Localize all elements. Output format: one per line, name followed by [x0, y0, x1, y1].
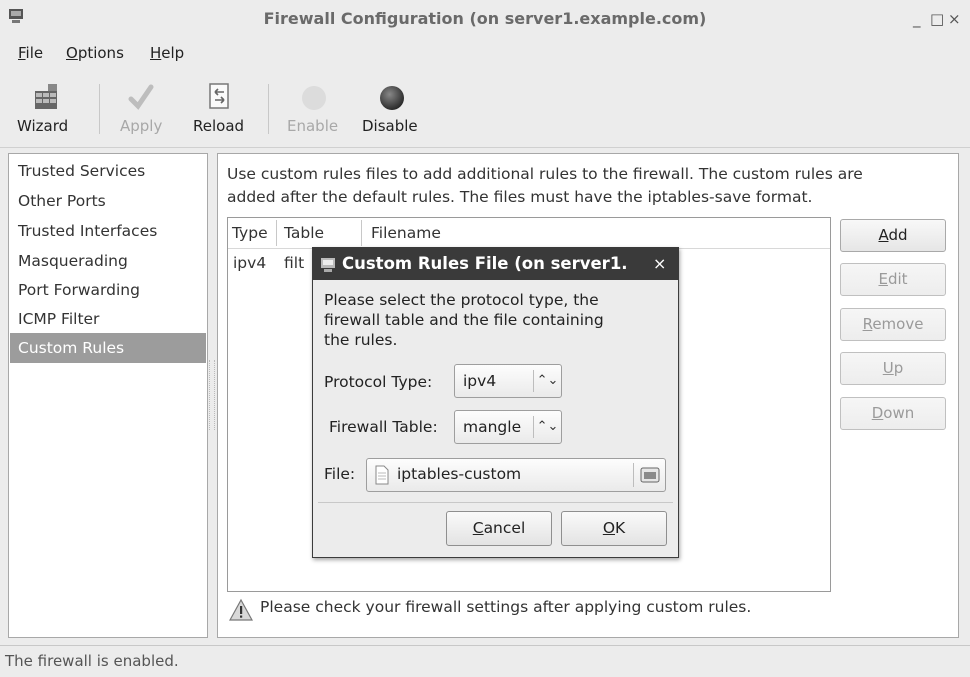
row-type-cell[interactable]: ipv4 — [233, 254, 266, 272]
reload-icon — [209, 83, 229, 109]
column-header-filename[interactable]: Filename — [371, 218, 441, 248]
sidebar: Trusted Services Other Ports Trusted Int… — [8, 153, 208, 638]
sidebar-item-other-ports[interactable]: Other Ports — [10, 186, 206, 216]
down-mnemonic: D — [871, 404, 884, 422]
folder-icon — [640, 467, 660, 483]
ok-label: K — [615, 519, 626, 537]
menu-bar — [0, 40, 970, 68]
instruction-line: Please select the protocol type, the — [324, 291, 599, 309]
checkmark-icon — [128, 84, 154, 110]
description: Use custom rules files to add additional… — [227, 163, 947, 209]
apply-label: Apply — [120, 117, 163, 135]
add-mnemonic: A — [878, 226, 889, 244]
edit-label: dit — [887, 270, 908, 288]
dialog-title: Custom Rules File (on server1. — [342, 254, 628, 273]
cancel-mnemonic: C — [472, 519, 484, 537]
instruction-line: the rules. — [324, 331, 398, 349]
status-text: The firewall is enabled. — [5, 652, 179, 670]
warning-icon — [229, 598, 253, 621]
column-separator — [361, 220, 362, 246]
description-line: added after the default rules. The files… — [227, 188, 813, 206]
instruction-line: firewall table and the file containing — [324, 311, 604, 329]
disable-label: Disable — [362, 117, 418, 135]
column-header-table[interactable]: Table — [284, 218, 324, 248]
up-label: p — [893, 359, 904, 377]
dialog-app-icon — [321, 258, 335, 272]
down-label: own — [883, 404, 915, 422]
remove-mnemonic: R — [862, 315, 873, 333]
menu-file[interactable]: File — [18, 44, 43, 62]
sidebar-item-port-forwarding[interactable]: Port Forwarding — [10, 275, 206, 305]
pane-resize-handle[interactable] — [209, 360, 215, 430]
sidebar-item-trusted-interfaces[interactable]: Trusted Interfaces — [10, 216, 206, 246]
remove-button[interactable]: Remove — [840, 308, 946, 341]
dialog-separator — [318, 502, 673, 503]
ok-button[interactable]: OK — [561, 511, 667, 546]
up-button[interactable]: Up — [840, 352, 946, 385]
enable-circle-icon — [302, 86, 326, 110]
column-header-type[interactable]: Type — [232, 218, 268, 248]
cancel-button[interactable]: Cancel — [446, 511, 552, 546]
protocol-type-label: Protocol Type: — [324, 373, 433, 391]
cancel-label: ancel — [483, 519, 526, 537]
add-label: dd — [888, 226, 908, 244]
firewall-table-value: mangle — [463, 418, 522, 436]
sidebar-item-masquerading[interactable]: Masquerading — [10, 246, 206, 276]
remove-label: emove — [872, 315, 924, 333]
warning-message: Please check your firewall settings afte… — [260, 598, 752, 616]
sidebar-item-trusted-services[interactable]: Trusted Services — [10, 156, 206, 186]
add-button[interactable]: Add — [840, 219, 946, 252]
protocol-type-value: ipv4 — [463, 372, 497, 390]
row-table-cell[interactable]: filt — [284, 254, 304, 272]
enable-label: Enable — [287, 117, 339, 135]
updown-arrows-icon: ⌃⌄ — [533, 370, 561, 392]
sidebar-item-custom-rules[interactable]: Custom Rules — [10, 333, 206, 363]
protocol-type-select[interactable]: ipv4 ⌃⌄ — [454, 364, 562, 398]
file-label: File: — [324, 465, 356, 483]
wizard-label: Wizard — [17, 117, 69, 135]
toolbar-separator — [268, 84, 269, 134]
toolbar-separator — [99, 84, 100, 134]
sidebar-item-icmp-filter[interactable]: ICMP Filter — [10, 304, 206, 334]
updown-arrows-icon: ⌃⌄ — [533, 416, 561, 438]
up-mnemonic: U — [882, 359, 894, 377]
document-icon — [375, 465, 389, 485]
disable-circle-icon — [380, 86, 404, 110]
ok-mnemonic: O — [602, 519, 616, 537]
wizard-icon — [35, 84, 57, 109]
window-title: Firewall Configuration (on server1.examp… — [263, 9, 707, 28]
minimize-button[interactable]: _ — [913, 10, 921, 28]
edit-mnemonic: E — [878, 270, 888, 288]
close-button[interactable]: × — [948, 10, 961, 28]
description-line: Use custom rules files to add additional… — [227, 165, 863, 183]
column-separator — [276, 220, 277, 246]
dialog-close-button[interactable]: × — [653, 254, 666, 273]
menu-help[interactable]: Help — [150, 44, 184, 62]
firewall-table-label: Firewall Table: — [329, 418, 438, 436]
reload-label: Reload — [193, 117, 245, 135]
menu-options[interactable]: Options — [66, 44, 124, 62]
dialog-instructions: Please select the protocol type, the fir… — [324, 290, 664, 350]
file-name: iptables-custom — [397, 465, 522, 483]
file-field-separator — [633, 463, 634, 487]
down-button[interactable]: Down — [840, 397, 946, 430]
firewall-table-select[interactable]: mangle ⌃⌄ — [454, 410, 562, 444]
edit-button[interactable]: Edit — [840, 263, 946, 296]
maximize-button[interactable]: □ — [930, 10, 944, 28]
